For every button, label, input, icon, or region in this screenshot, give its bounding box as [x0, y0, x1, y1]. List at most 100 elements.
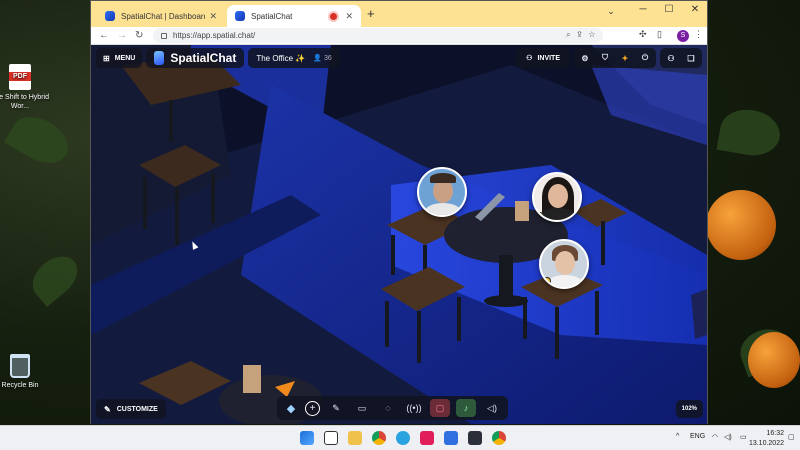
spatialchat-favicon-icon [105, 11, 115, 21]
notion-icon[interactable] [324, 431, 338, 445]
new-tab-button[interactable]: + [367, 6, 375, 21]
user-controls: ⚇ ❏ [660, 48, 702, 68]
participant-avatar[interactable] [532, 172, 582, 222]
speaking-badge-icon [543, 277, 551, 285]
tasks-icon[interactable] [444, 431, 458, 445]
volume-icon[interactable]: ◁) [724, 433, 732, 441]
slack-icon[interactable] [420, 431, 434, 445]
windows-start-icon[interactable] [300, 431, 314, 445]
settings-icon[interactable]: ⚙ [578, 54, 592, 63]
browser-window: SpatialChat | Dashboard ✕ SpatialChat ✕ … [90, 0, 708, 424]
reload-icon[interactable]: ↻ [135, 30, 143, 41]
url-text: https://app.spatial.chat/ [173, 31, 256, 40]
room-controls: ⚙ ⛉ ✦ ⏻ [574, 48, 656, 68]
effects-icon[interactable]: ✦ [618, 54, 632, 63]
url-field[interactable]: https://app.spatial.chat/ ⌕ ⇪ ☆ [153, 28, 603, 43]
draw-icon[interactable]: ✎ [326, 399, 346, 417]
recycle-bin-icon [10, 354, 30, 378]
omnibox-actions: ⌕ ⇪ ☆ [566, 30, 595, 40]
zoom-icon[interactable]: ⌕ [566, 30, 570, 39]
grid-icon: ⊞ [103, 53, 110, 63]
brand-logo: SpatialChat [146, 48, 245, 68]
desktop-icon-label: Recycle Bin [1, 382, 39, 389]
profile-icon[interactable]: ⚇ [664, 54, 678, 63]
customize-button[interactable]: ✎ CUSTOMIZE [96, 399, 166, 419]
desktop-icon-label: The Shift to Hybrid Wor... [0, 94, 49, 110]
desktop-icon-pdf[interactable]: PDF The Shift to Hybrid Wor... [0, 64, 50, 111]
forward-arrow-icon[interactable]: → [117, 30, 127, 41]
spatialchat-logo-icon: ◆ [286, 402, 296, 415]
chevron-up-icon[interactable]: ^ [676, 433, 679, 440]
screen-share-icon[interactable]: ▭ [352, 399, 372, 417]
wifi-icon[interactable]: ◠ [712, 433, 718, 441]
minimize-button[interactable]: ─ [631, 4, 655, 15]
menu-label: MENU [114, 54, 136, 62]
speaking-badge-icon [536, 212, 544, 220]
leaf-decoration [4, 107, 76, 173]
add-user-icon: ⚇ [526, 55, 533, 62]
browser-titlebar: SpatialChat | Dashboard ✕ SpatialChat ✕ … [91, 1, 707, 27]
profile-avatar[interactable]: S [677, 30, 689, 42]
user-count: 👤 36 [313, 54, 331, 62]
telegram-icon[interactable] [396, 431, 410, 445]
participant-avatar[interactable] [539, 239, 589, 289]
app-bottom-bar: ✎ CUSTOMIZE ◆ + ✎ ▭ ◌ ((•)) ▢ ♪ ◁) 102% [91, 396, 707, 424]
menu-button[interactable]: ⊞ MENU [96, 48, 143, 68]
brand-name: SpatialChat [170, 51, 237, 65]
lock-icon [161, 32, 167, 39]
back-arrow-icon[interactable]: ← [99, 30, 109, 41]
add-content-button[interactable]: + [305, 400, 320, 416]
microphone-button[interactable]: ♪ [456, 399, 476, 417]
side-panel-icon[interactable]: ▯ [657, 29, 662, 40]
room-name: The Office ✨ [256, 53, 306, 63]
room-selector[interactable]: The Office ✨ 👤 36 [248, 48, 340, 68]
file-explorer-icon[interactable] [348, 431, 362, 445]
tab-title: SpatialChat [251, 11, 293, 21]
close-icon[interactable]: ✕ [209, 11, 217, 22]
isometric-office-scene [91, 45, 707, 424]
power-icon[interactable]: ⏻ [638, 53, 652, 63]
share-icon[interactable]: ⇪ [577, 30, 582, 39]
spatialchat-viewport[interactable]: ⊞ MENU SpatialChat The Office ✨ 👤 36 ⚇ I… [91, 45, 707, 424]
clock-date: 13.10.2022 [748, 440, 784, 447]
address-bar: ← → ↻ https://app.spatial.chat/ ⌕ ⇪ ☆ ✣ … [91, 27, 707, 45]
chrome-profile-icon[interactable] [492, 431, 506, 445]
speaker-icon[interactable]: ◁) [482, 399, 502, 417]
kebab-menu-icon[interactable]: ⋮ [694, 29, 703, 40]
battery-icon[interactable]: ▭ [740, 433, 747, 441]
close-window-button[interactable]: ✕ [683, 4, 707, 15]
chat-bubble-icon[interactable]: ◌ [378, 399, 398, 417]
broadcast-icon[interactable]: ((•)) [404, 399, 424, 417]
tab-search-chevron-icon[interactable]: ⌄ [599, 6, 623, 17]
tab-spatialchat[interactable]: SpatialChat ✕ [227, 5, 361, 27]
windows-taskbar: ^ ENG ◠ ◁) ▭ 16:32 13.10.2022 ▢ [0, 425, 800, 450]
chat-icon[interactable]: ❏ [684, 54, 698, 63]
system-clock[interactable]: 16:32 13.10.2022 [749, 429, 784, 449]
notification-icon[interactable]: ▢ [788, 433, 795, 441]
figma-icon[interactable] [468, 431, 482, 445]
leaf-decoration [716, 105, 784, 160]
tab-title: SpatialChat | Dashboard [121, 11, 206, 21]
invite-button[interactable]: ⚇ INVITE [516, 48, 570, 68]
media-toolbar: ◆ + ✎ ▭ ◌ ((•)) ▢ ♪ ◁) [277, 396, 508, 420]
zoom-level-badge[interactable]: 102% [675, 400, 703, 418]
spatialchat-favicon-icon [235, 11, 245, 21]
bookmark-star-icon[interactable]: ☆ [588, 30, 595, 39]
close-icon[interactable]: ✕ [345, 11, 353, 22]
camera-off-button[interactable]: ▢ [430, 399, 450, 417]
maximize-button[interactable]: ☐ [657, 4, 681, 15]
tab-dashboard[interactable]: SpatialChat | Dashboard ✕ [97, 5, 225, 27]
orange-decoration [706, 190, 776, 260]
shield-icon[interactable]: ⛉ [598, 53, 612, 63]
participant-avatar[interactable] [417, 167, 467, 217]
pencil-icon: ✎ [104, 404, 111, 414]
app-top-bar: ⊞ MENU SpatialChat The Office ✨ 👤 36 ⚇ I… [91, 45, 707, 71]
pdf-icon: PDF [9, 64, 31, 90]
desktop-icon-recycle-bin[interactable]: Recycle Bin [0, 354, 50, 390]
user-count-value: 36 [323, 55, 332, 62]
invite-label: INVITE [537, 54, 560, 62]
clock-time: 16:32 [766, 430, 784, 437]
extensions-icon[interactable]: ✣ [639, 29, 647, 40]
chrome-icon[interactable] [372, 431, 386, 445]
language-indicator[interactable]: ENG [690, 433, 705, 440]
